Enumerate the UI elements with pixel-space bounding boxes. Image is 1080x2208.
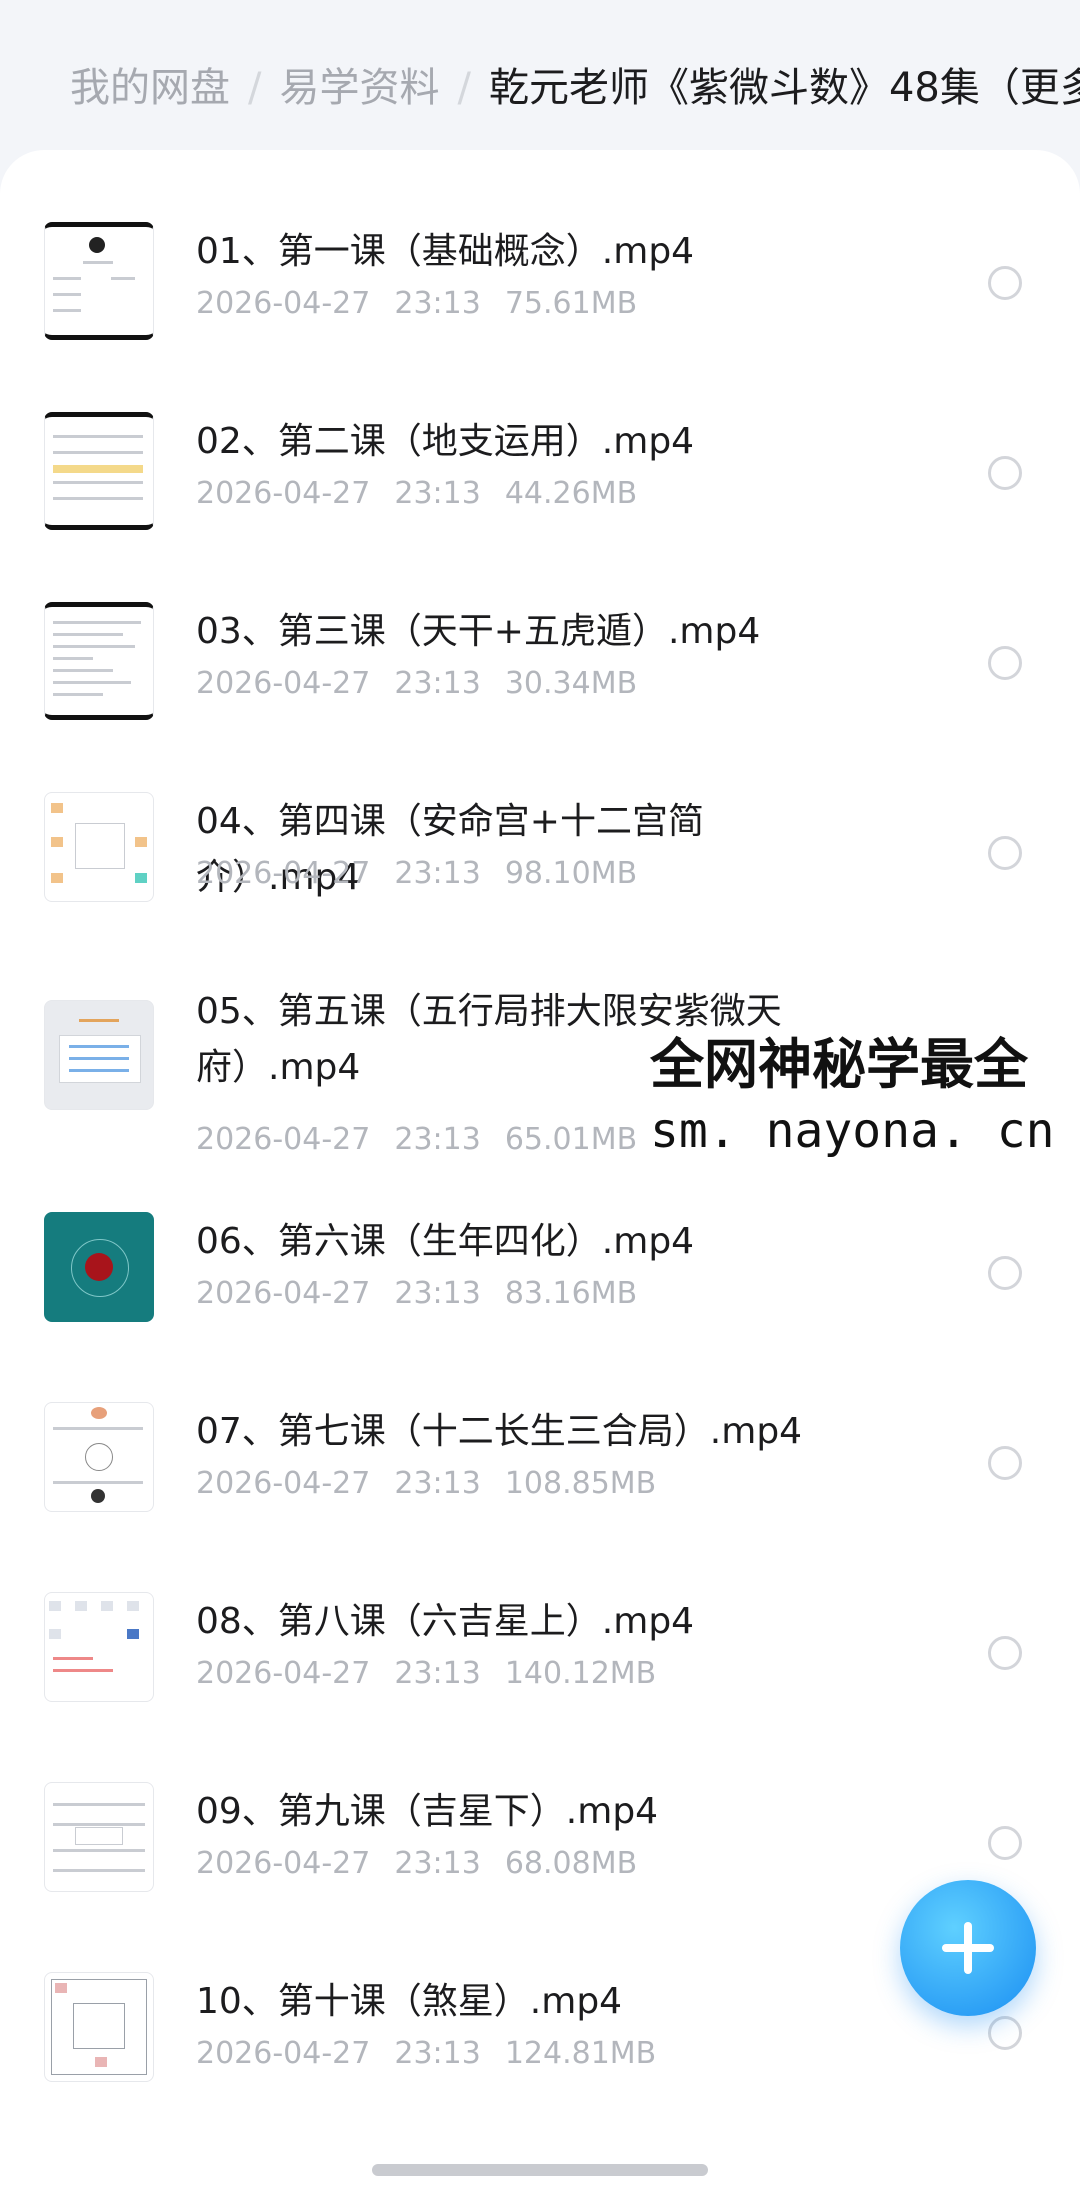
palace-chart-icon [44, 792, 154, 902]
file-date: 2026-04-27 [196, 1276, 371, 1311]
file-time: 23:13 [394, 2036, 481, 2071]
file-size: 124.81MB [504, 2036, 657, 2071]
yin-yang-slide-icon [44, 222, 154, 340]
file-name: 06、第六课（生年四化）.mp4 [196, 1221, 695, 1262]
add-button[interactable] [900, 1880, 1036, 2016]
file-name: 02、第二课（地支运用）.mp4 [196, 421, 695, 462]
file-list-panel: 01、第一课（基础概念）.mp4 2026-04-27 23:13 75.61MB … [0, 150, 1080, 2208]
file-row-03[interactable]: 03、第三课（天干+五虎遁）.mp4 2026-04-27 23:13 30.34M… [0, 594, 1080, 784]
grid-slide-icon [44, 1592, 154, 1702]
file-time: 23:13 [394, 476, 481, 511]
file-row-01[interactable]: 01、第一课（基础概念）.mp4 2026-04-27 23:13 75.61MB [0, 214, 1080, 404]
file-row-04[interactable]: 04、第四课（安命宫+十二宫简介）.mp4 2026-04-27 23:13 98.… [0, 784, 1080, 974]
file-name: 08、第八课（六吉星上）.mp4 [196, 1601, 695, 1642]
breadcrumb-separator: / [248, 65, 262, 111]
select-radio[interactable] [988, 2016, 1022, 2050]
file-meta: 2026-04-27 23:13 44.26MB [196, 476, 637, 511]
file-time: 23:13 [394, 286, 481, 321]
file-date: 2026-04-27 [196, 2036, 371, 2071]
file-time: 23:13 [394, 856, 481, 891]
breadcrumb-separator: / [457, 65, 471, 111]
select-radio[interactable] [988, 1446, 1022, 1480]
watermark-title: 全网神秘学最全 [650, 1033, 1028, 1096]
file-name: 10、第十课（煞星）.mp4 [196, 1981, 623, 2022]
file-row-07[interactable]: 07、第七课（十二长生三合局）.mp4 2026-04-27 23:13 108.8… [0, 1394, 1080, 1584]
file-row-08[interactable]: 08、第八课（六吉星上）.mp4 2026-04-27 23:13 140.12MB [0, 1584, 1080, 1774]
file-meta: 2026-04-27 23:13 65.01MB [196, 1122, 637, 1157]
file-name: 03、第三课（天干+五虎遁）.mp4 [196, 611, 761, 652]
breadcrumb-my-drive[interactable]: 我的网盘 [70, 65, 230, 111]
file-row-02[interactable]: 02、第二课（地支运用）.mp4 2026-04-27 23:13 44.26MB [0, 404, 1080, 594]
breadcrumb-current-folder: 乾元老师《紫微斗数》48集（更多资 [488, 65, 1080, 111]
file-size: 83.16MB [504, 1276, 638, 1311]
watermark-url: sm. nayona. cn [650, 1103, 1055, 1159]
file-meta: 2026-04-27 23:13 83.16MB [196, 1276, 637, 1311]
select-radio[interactable] [988, 836, 1022, 870]
file-size: 98.10MB [504, 856, 638, 891]
file-name: 01、第一课（基础概念）.mp4 [196, 231, 695, 272]
file-size: 44.26MB [504, 476, 638, 511]
file-meta: 2026-04-27 23:13 108.85MB [196, 1466, 656, 1501]
select-radio[interactable] [988, 1256, 1022, 1290]
file-date: 2026-04-27 [196, 1122, 371, 1157]
file-meta: 2026-04-27 23:13 140.12MB [196, 1656, 656, 1691]
home-indicator[interactable] [372, 2164, 708, 2176]
file-size: 30.34MB [504, 666, 638, 701]
file-size: 108.85MB [504, 1466, 657, 1501]
teal-circle-slide-icon [44, 1212, 154, 1322]
file-date: 2026-04-27 [196, 666, 371, 701]
file-meta: 2026-04-27 23:13 75.61MB [196, 286, 637, 321]
file-time: 23:13 [394, 666, 481, 701]
file-date: 2026-04-27 [196, 476, 371, 511]
file-time: 23:13 [394, 1276, 481, 1311]
file-list: 01、第一课（基础概念）.mp4 2026-04-27 23:13 75.61MB … [0, 214, 1080, 2154]
file-meta: 2026-04-27 23:13 124.81MB [196, 2036, 656, 2071]
file-date: 2026-04-27 [196, 286, 371, 321]
file-size: 140.12MB [504, 1656, 657, 1691]
select-radio[interactable] [988, 266, 1022, 300]
select-radio[interactable] [988, 1636, 1022, 1670]
select-radio[interactable] [988, 646, 1022, 680]
card-slide-icon [44, 1000, 154, 1110]
file-meta: 2026-04-27 23:13 30.34MB [196, 666, 637, 701]
table-grid-slide-icon [44, 1782, 154, 1892]
file-row-06[interactable]: 06、第六课（生年四化）.mp4 2026-04-27 23:13 83.16MB [0, 1204, 1080, 1394]
select-radio[interactable] [988, 1826, 1022, 1860]
file-time: 23:13 [394, 1466, 481, 1501]
file-date: 2026-04-27 [196, 856, 371, 891]
file-date: 2026-04-27 [196, 1656, 371, 1691]
text-slide-icon [44, 602, 154, 720]
file-size: 68.08MB [504, 1846, 638, 1881]
watermark-overlay: 全网神秘学最全 sm. nayona. cn [636, 1030, 1080, 1170]
breadcrumb-yixue-folder[interactable]: 易学资料 [279, 65, 439, 111]
file-size: 65.01MB [504, 1122, 638, 1157]
file-time: 23:13 [394, 1122, 481, 1157]
file-size: 75.61MB [504, 286, 638, 321]
palace-grid-slide-icon [44, 1972, 154, 2082]
table-slide-icon [44, 412, 154, 530]
file-time: 23:13 [394, 1656, 481, 1691]
file-meta: 2026-04-27 23:13 98.10MB [196, 856, 637, 891]
clock-grid-slide-icon [44, 1402, 154, 1512]
file-name: 09、第九课（吉星下）.mp4 [196, 1791, 659, 1832]
file-time: 23:13 [394, 1846, 481, 1881]
breadcrumb: 我的网盘 / 易学资料 / 乾元老师《紫微斗数》48集（更多资 [70, 58, 1080, 118]
file-name: 07、第七课（十二长生三合局）.mp4 [196, 1411, 803, 1452]
file-meta: 2026-04-27 23:13 68.08MB [196, 1846, 637, 1881]
file-date: 2026-04-27 [196, 1466, 371, 1501]
select-radio[interactable] [988, 456, 1022, 490]
file-date: 2026-04-27 [196, 1846, 371, 1881]
